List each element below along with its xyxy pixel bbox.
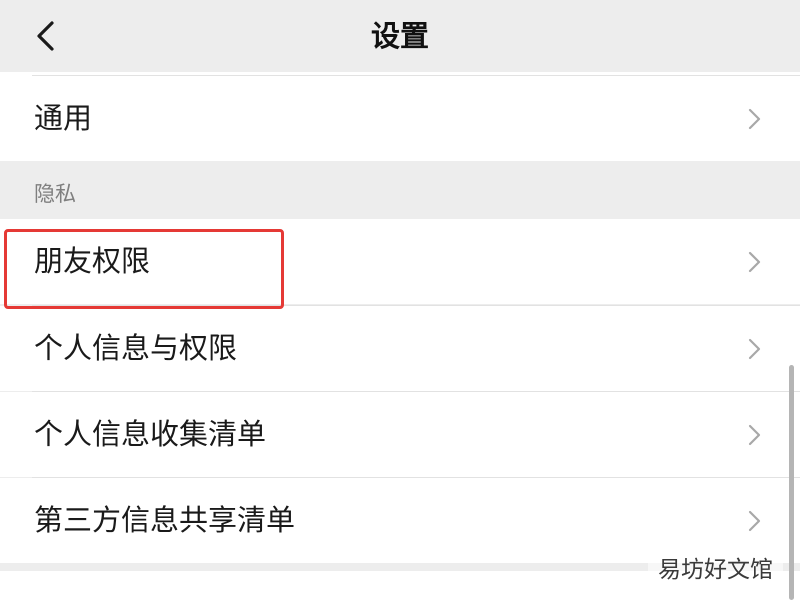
watermark-text: 易坊好文馆 (648, 548, 783, 592)
scrollbar[interactable] (789, 365, 794, 600)
chevron-right-icon (748, 108, 761, 130)
chevron-right-icon (748, 338, 761, 360)
section-label-privacy: 隐私 (34, 182, 76, 206)
chevron-right-icon (748, 424, 761, 446)
chevron-right-icon (748, 251, 761, 273)
row-label-personal-info-collection: 个人信息收集清单 (34, 417, 267, 451)
settings-row-personal-info-collection[interactable]: 个人信息收集清单 (0, 392, 800, 477)
navigation-bar: 设置 (0, 0, 800, 72)
settings-row-friend-permissions[interactable]: 朋友权限 (0, 219, 800, 304)
chevron-left-icon (37, 21, 54, 51)
row-label-friend-permissions: 朋友权限 (34, 244, 151, 278)
row-label-third-party-sharing: 第三方信息共享清单 (34, 503, 296, 537)
page-title: 设置 (370, 19, 429, 53)
section-header-privacy (0, 161, 800, 219)
chevron-right-icon (748, 510, 761, 532)
row-label-general: 通用 (34, 101, 93, 135)
settings-row-general[interactable]: 通用 (0, 76, 800, 161)
settings-row-personal-info-permissions[interactable]: 个人信息与权限 (0, 306, 800, 391)
row-label-personal-info-permissions: 个人信息与权限 (34, 331, 238, 365)
back-button[interactable] (24, 14, 68, 58)
